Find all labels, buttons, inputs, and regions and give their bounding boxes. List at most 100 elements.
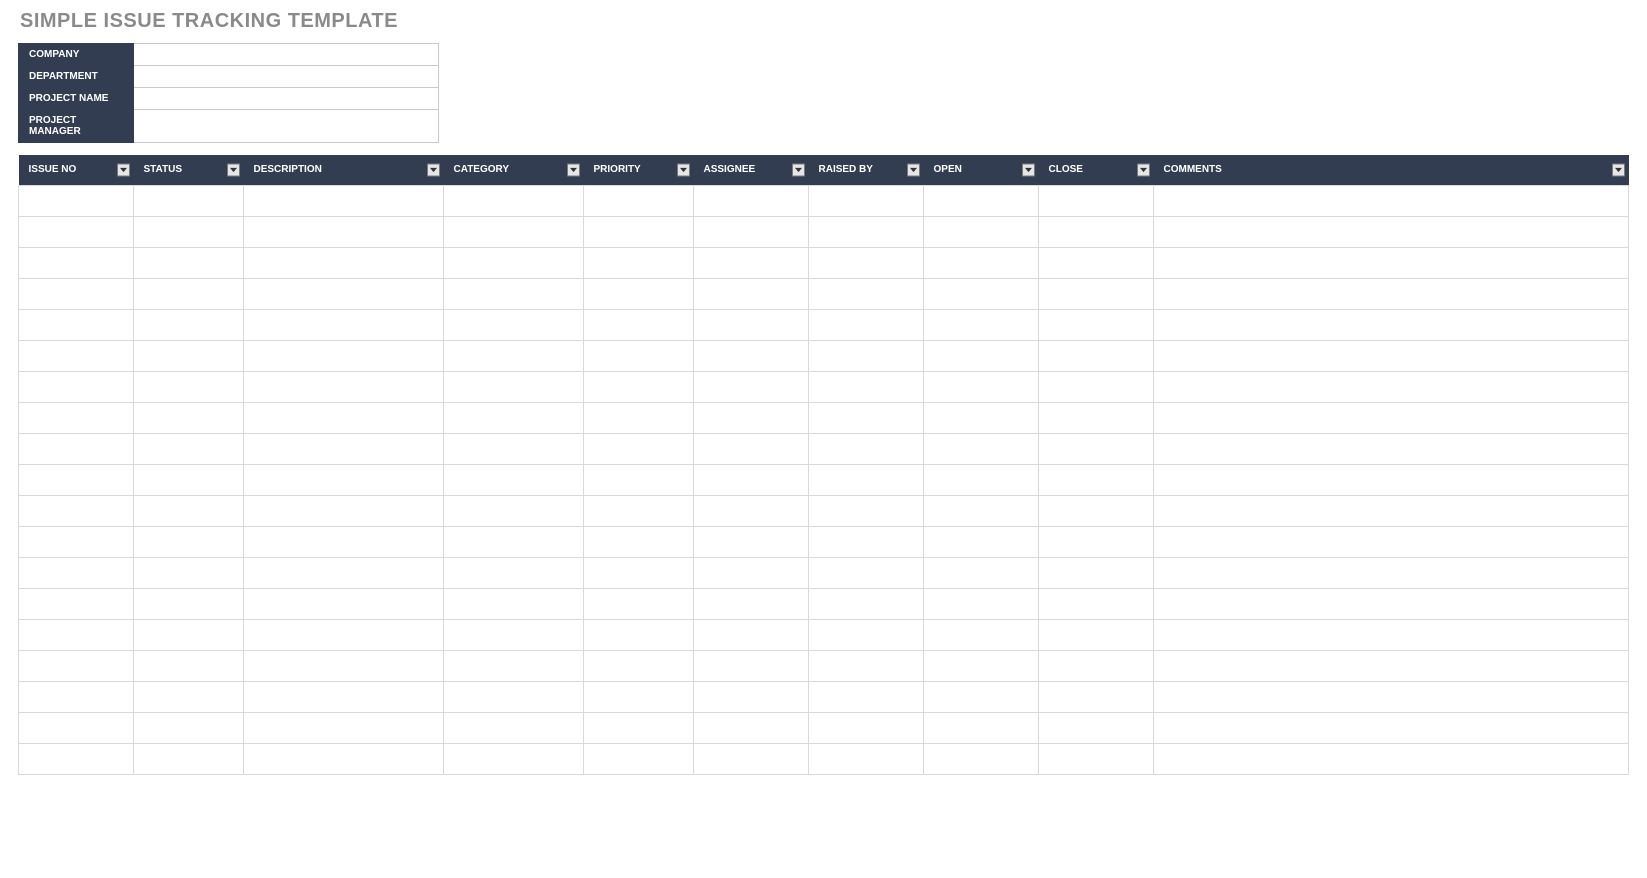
table-cell[interactable]	[19, 495, 134, 526]
table-cell[interactable]	[244, 712, 444, 743]
table-cell[interactable]	[244, 433, 444, 464]
table-cell[interactable]	[244, 650, 444, 681]
table-cell[interactable]	[1039, 743, 1154, 774]
table-cell[interactable]	[694, 309, 809, 340]
table-cell[interactable]	[1039, 619, 1154, 650]
table-cell[interactable]	[1039, 650, 1154, 681]
table-cell[interactable]	[1154, 681, 1629, 712]
filter-dropdown-icon[interactable]	[1137, 163, 1150, 176]
table-cell[interactable]	[244, 309, 444, 340]
table-cell[interactable]	[1154, 495, 1629, 526]
table-cell[interactable]	[1039, 216, 1154, 247]
table-cell[interactable]	[134, 278, 244, 309]
table-cell[interactable]	[584, 588, 694, 619]
table-cell[interactable]	[19, 216, 134, 247]
table-cell[interactable]	[924, 464, 1039, 495]
filter-dropdown-icon[interactable]	[1612, 163, 1625, 176]
table-cell[interactable]	[924, 433, 1039, 464]
table-cell[interactable]	[19, 464, 134, 495]
table-cell[interactable]	[244, 185, 444, 216]
table-cell[interactable]	[809, 371, 924, 402]
table-cell[interactable]	[134, 185, 244, 216]
table-cell[interactable]	[1039, 588, 1154, 619]
meta-value[interactable]	[134, 66, 439, 88]
table-cell[interactable]	[1039, 433, 1154, 464]
table-cell[interactable]	[19, 650, 134, 681]
table-cell[interactable]	[244, 557, 444, 588]
table-cell[interactable]	[244, 216, 444, 247]
table-cell[interactable]	[444, 464, 584, 495]
table-cell[interactable]	[924, 185, 1039, 216]
table-cell[interactable]	[244, 402, 444, 433]
table-cell[interactable]	[694, 247, 809, 278]
table-cell[interactable]	[1154, 216, 1629, 247]
table-cell[interactable]	[809, 712, 924, 743]
table-cell[interactable]	[809, 278, 924, 309]
table-cell[interactable]	[924, 712, 1039, 743]
table-cell[interactable]	[924, 495, 1039, 526]
table-cell[interactable]	[19, 247, 134, 278]
table-cell[interactable]	[584, 681, 694, 712]
table-cell[interactable]	[694, 557, 809, 588]
table-cell[interactable]	[1039, 278, 1154, 309]
table-cell[interactable]	[809, 340, 924, 371]
table-cell[interactable]	[924, 681, 1039, 712]
table-cell[interactable]	[444, 681, 584, 712]
table-cell[interactable]	[1039, 712, 1154, 743]
table-cell[interactable]	[19, 402, 134, 433]
table-cell[interactable]	[444, 309, 584, 340]
table-cell[interactable]	[1154, 433, 1629, 464]
table-cell[interactable]	[244, 588, 444, 619]
table-cell[interactable]	[134, 650, 244, 681]
table-cell[interactable]	[19, 557, 134, 588]
table-cell[interactable]	[19, 619, 134, 650]
table-cell[interactable]	[1154, 371, 1629, 402]
table-cell[interactable]	[1154, 557, 1629, 588]
table-cell[interactable]	[134, 433, 244, 464]
table-cell[interactable]	[694, 278, 809, 309]
table-cell[interactable]	[694, 216, 809, 247]
table-cell[interactable]	[1154, 743, 1629, 774]
table-cell[interactable]	[584, 278, 694, 309]
table-cell[interactable]	[584, 340, 694, 371]
filter-dropdown-icon[interactable]	[792, 163, 805, 176]
table-cell[interactable]	[444, 557, 584, 588]
table-cell[interactable]	[244, 495, 444, 526]
table-cell[interactable]	[134, 402, 244, 433]
table-cell[interactable]	[444, 216, 584, 247]
table-cell[interactable]	[244, 371, 444, 402]
table-cell[interactable]	[134, 681, 244, 712]
table-cell[interactable]	[809, 526, 924, 557]
table-cell[interactable]	[19, 433, 134, 464]
table-cell[interactable]	[1039, 402, 1154, 433]
table-cell[interactable]	[19, 588, 134, 619]
table-cell[interactable]	[694, 340, 809, 371]
table-cell[interactable]	[924, 216, 1039, 247]
table-cell[interactable]	[244, 526, 444, 557]
table-cell[interactable]	[924, 371, 1039, 402]
filter-dropdown-icon[interactable]	[427, 163, 440, 176]
table-cell[interactable]	[584, 216, 694, 247]
table-cell[interactable]	[694, 650, 809, 681]
table-cell[interactable]	[19, 526, 134, 557]
filter-dropdown-icon[interactable]	[907, 163, 920, 176]
table-cell[interactable]	[809, 619, 924, 650]
table-cell[interactable]	[134, 247, 244, 278]
table-cell[interactable]	[809, 402, 924, 433]
table-cell[interactable]	[584, 526, 694, 557]
table-cell[interactable]	[19, 340, 134, 371]
table-cell[interactable]	[444, 495, 584, 526]
table-cell[interactable]	[19, 743, 134, 774]
table-cell[interactable]	[244, 464, 444, 495]
table-cell[interactable]	[584, 619, 694, 650]
table-cell[interactable]	[694, 464, 809, 495]
table-cell[interactable]	[134, 340, 244, 371]
table-cell[interactable]	[444, 712, 584, 743]
table-cell[interactable]	[444, 402, 584, 433]
table-cell[interactable]	[19, 712, 134, 743]
table-cell[interactable]	[924, 557, 1039, 588]
table-cell[interactable]	[1039, 464, 1154, 495]
table-cell[interactable]	[134, 588, 244, 619]
table-cell[interactable]	[1039, 681, 1154, 712]
table-cell[interactable]	[244, 278, 444, 309]
